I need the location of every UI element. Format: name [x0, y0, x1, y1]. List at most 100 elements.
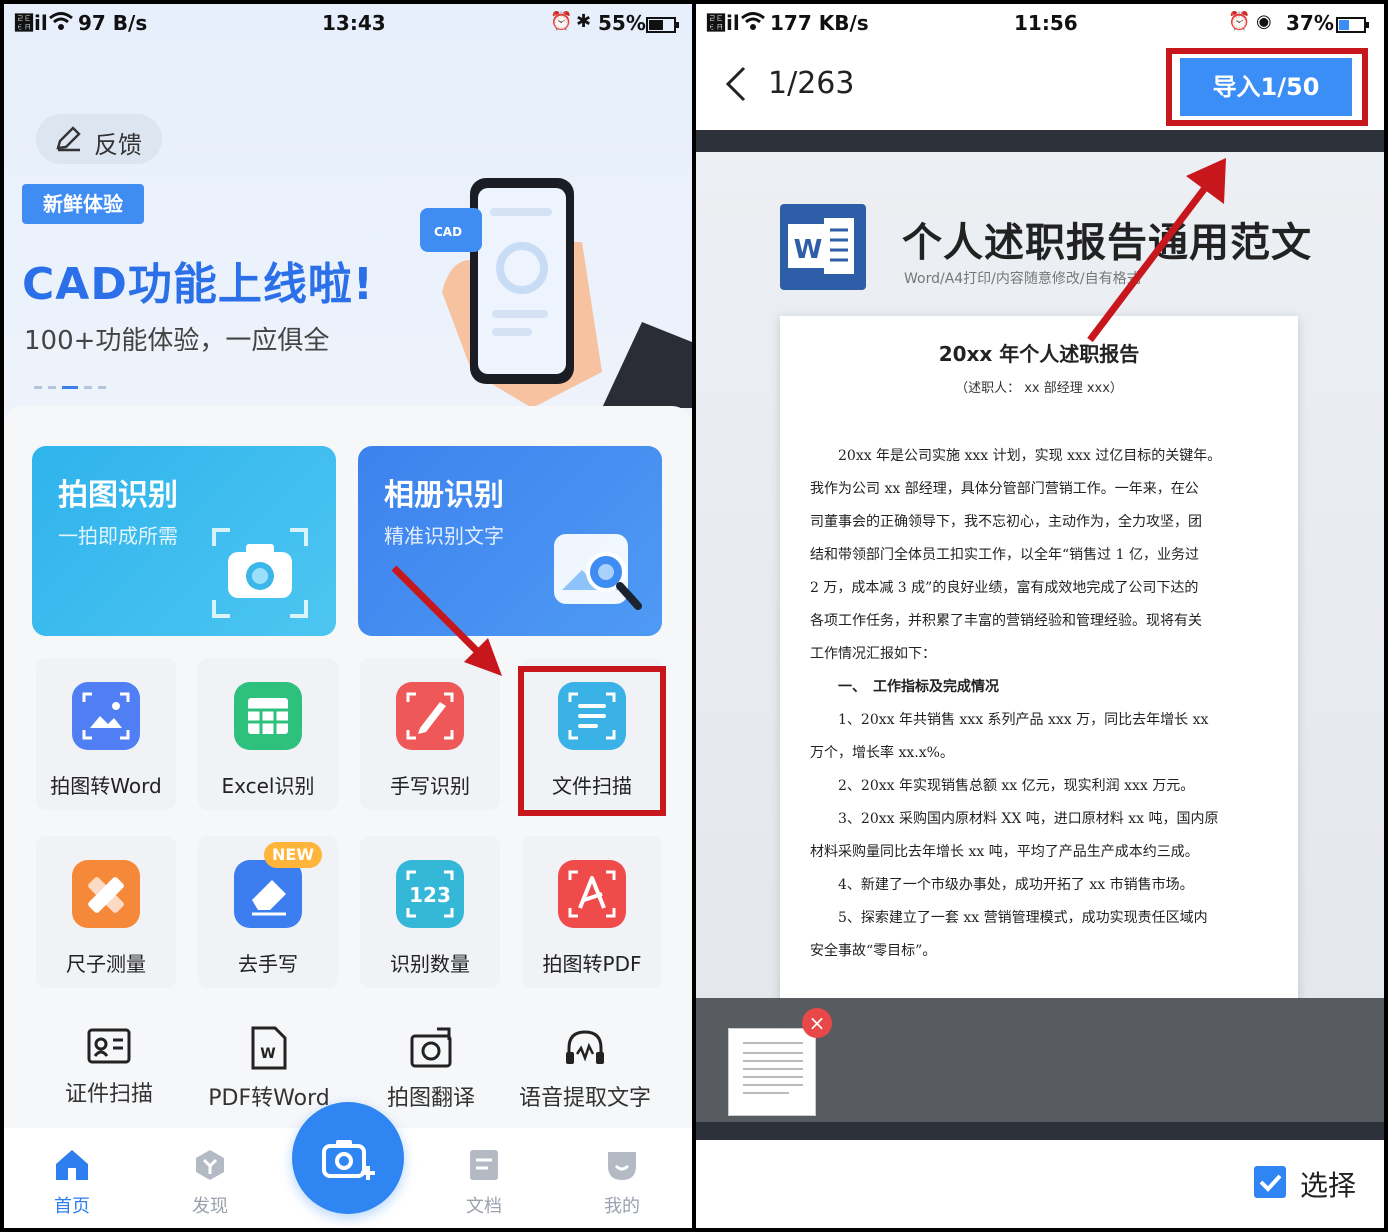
mini-tool-pdf-to-word[interactable]: W PDF转Word	[188, 1026, 350, 1112]
clock: 11:56	[1014, 11, 1078, 35]
tab-label: 首页	[54, 1196, 90, 1217]
check-icon	[1259, 1174, 1282, 1192]
select-checkbox[interactable]	[1254, 1166, 1286, 1198]
card-subtitle: 一拍即成所需	[58, 524, 178, 548]
paper-line: 司董事会的正确领导下，我不忘初心，主动作为，全力攻坚，团	[810, 514, 1202, 530]
battery-icon	[1336, 14, 1370, 38]
mini-tool-voice-extract[interactable]: 语音提取文字	[504, 1026, 666, 1112]
svg-text:W: W	[260, 1046, 275, 1062]
remove-thumbnail-icon[interactable]: ×	[802, 1008, 832, 1038]
tool-ruler[interactable]: 尺子测量	[36, 836, 176, 988]
alarm-icon: ⏰	[550, 11, 573, 32]
tool-label: 识别数量	[390, 952, 470, 976]
signal-indicator: ⹪il	[14, 11, 48, 35]
tool-label: 去手写	[238, 952, 298, 976]
battery-icon	[646, 14, 680, 38]
tool-photo-to-pdf[interactable]: 拍图转PDF	[522, 836, 662, 988]
battery-percent: 37%	[1286, 11, 1334, 35]
paper-line: 2、20xx 年实现销售总额 xx 亿元，现实利润 xxx 万元。	[810, 778, 1195, 794]
photo-to-pdf-icon	[558, 860, 626, 928]
tool-label: 手写识别	[390, 774, 470, 798]
mini-tool-id-scan[interactable]: 证件扫描	[28, 1026, 190, 1108]
card-title: 相册识别	[384, 478, 504, 513]
red-arrow-icon	[1087, 158, 1226, 343]
tool-label: Excel识别	[221, 774, 315, 798]
card-subtitle: 精准识别文字	[384, 524, 504, 548]
clock: 13:43	[322, 11, 386, 35]
tool-label: 拍图转PDF	[542, 952, 642, 976]
paper-line: 20xx 年是公司实施 xxx 计划，实现 xxx 过亿目标的关键年。	[810, 448, 1222, 464]
document-page: 20xx 年个人述职报告 （述职人： xx 部经理 xxx） 20xx 年是公司…	[780, 316, 1298, 1036]
tab-label: 发现	[192, 1196, 228, 1217]
top-bar: ⹪il 177 KB/s 11:56 ⏰ ◉ 37% 1/263 导入1/50	[696, 4, 1384, 130]
divider-strip	[696, 130, 1384, 152]
svg-text:W: W	[794, 235, 823, 265]
pen-icon	[56, 126, 81, 152]
tool-excel[interactable]: Excel识别	[198, 658, 338, 810]
handwriting-icon	[396, 682, 464, 750]
status-bar: ⹪il 97 B/s 13:43 ⏰ ✱ 55%	[4, 4, 692, 40]
camera-add-icon	[322, 1140, 375, 1180]
promo-subtitle: 100+功能体验，一应俱全	[24, 326, 330, 356]
tool-photo-to-word[interactable]: 拍图转Word	[36, 658, 176, 810]
tab-label: 文档	[466, 1196, 502, 1217]
cad-tag: CAD	[434, 225, 462, 239]
documents-icon	[470, 1150, 498, 1180]
back-arrow-icon[interactable]	[724, 66, 748, 102]
network-speed: 177 KB/s	[770, 11, 869, 35]
paper-line: 5、探索建立了一套 xx 营销管理模式，成功实现责任区域内	[810, 910, 1208, 926]
tab-label: 我的	[604, 1196, 640, 1217]
wifi-icon	[740, 11, 766, 36]
paper-line: 安全事故“零目标”。	[810, 943, 937, 959]
discover-icon	[196, 1150, 224, 1180]
paper-line: 我作为公司 xx 部经理，具体分管部门营销工作。一年来，在公	[810, 481, 1199, 497]
paper-line: 各项工作任务，并积累了丰富的营销经验和管理经验。现将有关	[810, 613, 1202, 629]
bluetooth-icon: ✱	[576, 11, 592, 32]
camera-shutter-button[interactable]	[292, 1102, 404, 1214]
highlight-box-import	[1166, 48, 1368, 126]
tool-count[interactable]: 123 识别数量	[360, 836, 500, 988]
card-title: 拍图识别	[58, 478, 178, 513]
pdf-to-word-icon: W	[251, 1026, 287, 1070]
alarm-icon: ⏰	[1228, 11, 1251, 32]
divider-strip	[696, 1122, 1384, 1140]
status-bar: ⹪il 177 KB/s 11:56 ⏰ ◉ 37%	[696, 4, 1384, 40]
photo-recognition-card[interactable]: 拍图识别 一拍即成所需	[32, 446, 336, 636]
eraser-icon	[234, 860, 302, 928]
promo-badge: 新鲜体验	[22, 184, 144, 224]
voice-extract-icon	[566, 1030, 604, 1064]
tab-documents[interactable]: 文档	[444, 1148, 524, 1218]
tool-label: 尺子测量	[66, 952, 146, 976]
photo-to-word-icon	[72, 682, 140, 750]
paper-line: 4、新建了一个市级办事处，成功开拓了 xx 市销售市场。	[810, 877, 1194, 893]
select-label: 选择	[1300, 1169, 1357, 1202]
word-logo-icon: W	[780, 204, 866, 290]
paper-line: 2 万，成本减 3 成”的良好业绩，富有成效地完成了公司下达的	[810, 580, 1199, 596]
mini-tool-label: 语音提取文字	[518, 1086, 651, 1111]
excel-icon	[234, 682, 302, 750]
tool-erase-handwriting[interactable]: NEW 去手写	[198, 836, 338, 988]
feedback-button[interactable]: 反馈	[36, 114, 162, 164]
right-phone-screen: ⹪il 177 KB/s 11:56 ⏰ ◉ 37% 1/263 导入1/50 …	[696, 4, 1384, 1228]
mini-tool-label: 拍图翻译	[386, 1086, 475, 1111]
hand-phone-illustration: CAD	[420, 178, 692, 408]
profile-icon	[608, 1152, 636, 1180]
paper-line: 工作情况汇报如下：	[810, 646, 936, 662]
id-card-icon	[87, 1028, 131, 1064]
page-counter: 1/263	[768, 66, 855, 101]
left-phone-screen: ⹪il 97 B/s 13:43 ⏰ ✱ 55% 反馈 新鲜体验 CAD功能上线…	[4, 4, 692, 1228]
promo-title[interactable]: CAD功能上线啦!	[22, 248, 374, 312]
paper-line: 材料采购量同比去年增长 xx 吨，平均了产品生产成本约三成。	[810, 844, 1199, 860]
new-badge: NEW	[264, 842, 322, 868]
mini-tool-photo-translate[interactable]: 拍图翻译	[350, 1026, 512, 1112]
photo-translate-icon	[410, 1027, 452, 1068]
ruler-icon	[72, 860, 140, 928]
tab-discover[interactable]: 发现	[170, 1148, 250, 1218]
count-icon: 123	[396, 860, 464, 928]
paper-line: 3、20xx 采购国内原材料 XX 吨，进口原材料 xx 吨，国内原	[810, 811, 1219, 827]
tab-home[interactable]: 首页	[32, 1148, 112, 1218]
page-thumbnail[interactable]	[728, 1028, 816, 1116]
tab-profile[interactable]: 我的	[582, 1148, 662, 1218]
paper-body: 20xx 年是公司实施 xxx 计划，实现 xxx 过亿目标的关键年。 我作为公司…	[810, 440, 1268, 968]
home-icon	[56, 1150, 88, 1180]
